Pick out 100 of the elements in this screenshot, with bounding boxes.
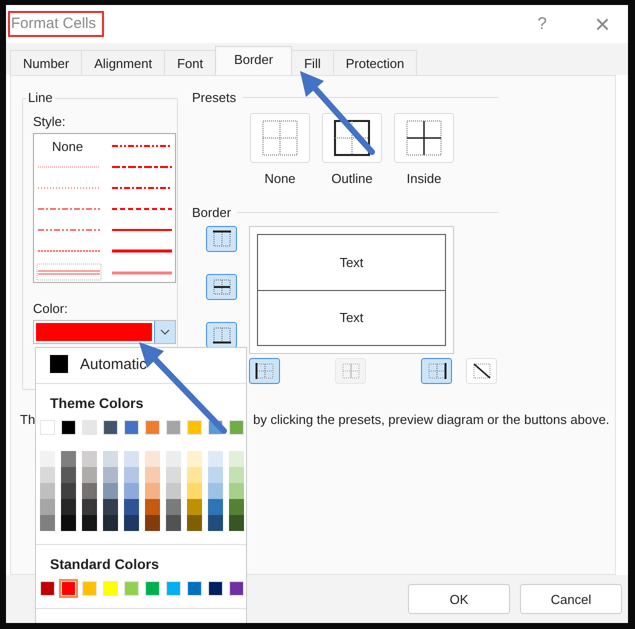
color-dropdown[interactable] bbox=[33, 320, 176, 344]
color-swatch[interactable] bbox=[61, 467, 76, 483]
color-swatch[interactable] bbox=[145, 483, 160, 499]
color-swatch[interactable] bbox=[61, 515, 76, 531]
color-swatch[interactable] bbox=[208, 467, 223, 483]
color-swatch[interactable] bbox=[103, 499, 118, 515]
color-swatch[interactable] bbox=[61, 581, 76, 596]
color-swatch[interactable] bbox=[40, 451, 55, 467]
color-swatch[interactable] bbox=[124, 420, 139, 435]
color-swatch[interactable] bbox=[145, 581, 160, 596]
color-swatch[interactable] bbox=[61, 451, 76, 467]
dialog-button[interactable]: OK bbox=[408, 584, 510, 614]
close-button[interactable]: × bbox=[594, 8, 610, 40]
hint-text: by clicking the presets, preview diagram or the buttons above. bbox=[253, 412, 610, 427]
color-swatch[interactable] bbox=[103, 451, 118, 467]
color-swatch[interactable] bbox=[187, 515, 202, 531]
tab[interactable]: Number bbox=[10, 50, 82, 75]
color-swatch[interactable] bbox=[229, 499, 244, 515]
color-swatch[interactable] bbox=[124, 581, 139, 596]
color-swatch[interactable] bbox=[82, 467, 97, 483]
color-swatch[interactable] bbox=[40, 581, 55, 596]
diagonal-border-icon bbox=[472, 362, 492, 380]
color-swatch[interactable] bbox=[208, 581, 223, 596]
color-swatch[interactable] bbox=[124, 499, 139, 515]
color-swatch[interactable] bbox=[82, 581, 97, 596]
color-swatch[interactable] bbox=[229, 451, 244, 467]
color-swatch[interactable] bbox=[82, 420, 97, 435]
color-swatch[interactable] bbox=[187, 467, 202, 483]
tab[interactable]: Border bbox=[215, 46, 292, 75]
color-swatch[interactable] bbox=[145, 420, 160, 435]
color-swatch[interactable] bbox=[208, 515, 223, 531]
color-swatch[interactable] bbox=[229, 581, 244, 596]
color-swatch[interactable] bbox=[145, 467, 160, 483]
color-swatch[interactable] bbox=[187, 451, 202, 467]
color-swatch[interactable] bbox=[166, 483, 181, 499]
line-style-list[interactable]: None bbox=[33, 133, 176, 283]
top-border-icon bbox=[212, 230, 232, 248]
border-toggle-button[interactable] bbox=[421, 358, 452, 384]
border-preview[interactable]: Text Text bbox=[249, 226, 454, 354]
border-toggle-button[interactable] bbox=[206, 226, 237, 252]
tab[interactable]: Fill bbox=[291, 50, 334, 75]
color-swatch[interactable] bbox=[145, 499, 160, 515]
color-swatch[interactable] bbox=[40, 483, 55, 499]
automatic-color-option[interactable]: Automatic bbox=[36, 348, 246, 379]
color-swatch[interactable] bbox=[124, 467, 139, 483]
color-swatch[interactable] bbox=[187, 499, 202, 515]
color-swatch[interactable] bbox=[229, 420, 244, 435]
color-swatch[interactable] bbox=[166, 467, 181, 483]
color-swatch[interactable] bbox=[103, 420, 118, 435]
left-border-icon bbox=[254, 362, 274, 380]
dropdown-button[interactable] bbox=[154, 321, 175, 343]
color-swatch[interactable] bbox=[229, 483, 244, 499]
color-swatch[interactable] bbox=[208, 451, 223, 467]
border-toggle-button[interactable] bbox=[206, 274, 237, 300]
color-swatch[interactable] bbox=[166, 499, 181, 515]
color-swatch[interactable] bbox=[40, 499, 55, 515]
color-swatch[interactable] bbox=[103, 581, 118, 596]
color-swatch[interactable] bbox=[40, 467, 55, 483]
color-swatch[interactable] bbox=[187, 483, 202, 499]
color-swatch[interactable] bbox=[82, 499, 97, 515]
border-toggle-button[interactable] bbox=[249, 358, 280, 384]
preset-label: Outline bbox=[331, 171, 373, 186]
border-toggle-button[interactable] bbox=[206, 322, 237, 348]
help-button[interactable]: ? bbox=[537, 14, 547, 34]
color-swatch[interactable] bbox=[187, 420, 202, 435]
color-swatch[interactable] bbox=[61, 499, 76, 515]
color-swatch[interactable] bbox=[145, 515, 160, 531]
color-swatch[interactable] bbox=[124, 483, 139, 499]
color-swatch[interactable] bbox=[166, 420, 181, 435]
color-swatch[interactable] bbox=[166, 515, 181, 531]
color-swatch[interactable] bbox=[124, 451, 139, 467]
group-heading: Line bbox=[26, 90, 55, 105]
color-swatch[interactable] bbox=[229, 515, 244, 531]
color-swatch[interactable] bbox=[61, 420, 76, 435]
color-swatch[interactable] bbox=[229, 467, 244, 483]
color-swatch[interactable] bbox=[208, 483, 223, 499]
color-swatch[interactable] bbox=[40, 420, 55, 435]
tab[interactable]: Protection bbox=[332, 50, 418, 75]
color-swatch[interactable] bbox=[103, 483, 118, 499]
color-swatch[interactable] bbox=[124, 515, 139, 531]
color-swatch[interactable] bbox=[40, 515, 55, 531]
dialog-button[interactable]: Cancel bbox=[520, 584, 622, 614]
bottom-border-icon bbox=[212, 326, 232, 344]
color-swatch[interactable] bbox=[82, 515, 97, 531]
color-swatch[interactable] bbox=[166, 581, 181, 596]
hint-text: Th bbox=[20, 412, 36, 427]
section-heading: Border bbox=[192, 205, 232, 220]
color-swatch[interactable] bbox=[61, 483, 76, 499]
line-style-option[interactable]: None bbox=[52, 139, 84, 154]
color-swatch[interactable] bbox=[208, 499, 223, 515]
color-swatch[interactable] bbox=[145, 451, 160, 467]
color-swatch[interactable] bbox=[166, 451, 181, 467]
color-swatch[interactable] bbox=[82, 451, 97, 467]
color-swatch[interactable] bbox=[103, 515, 118, 531]
color-swatch[interactable] bbox=[82, 483, 97, 499]
color-swatch[interactable] bbox=[103, 467, 118, 483]
color-swatch[interactable] bbox=[187, 581, 202, 596]
middle-border-icon bbox=[340, 362, 360, 380]
preset-button[interactable] bbox=[394, 113, 454, 163]
style-label: Style: bbox=[33, 114, 66, 129]
